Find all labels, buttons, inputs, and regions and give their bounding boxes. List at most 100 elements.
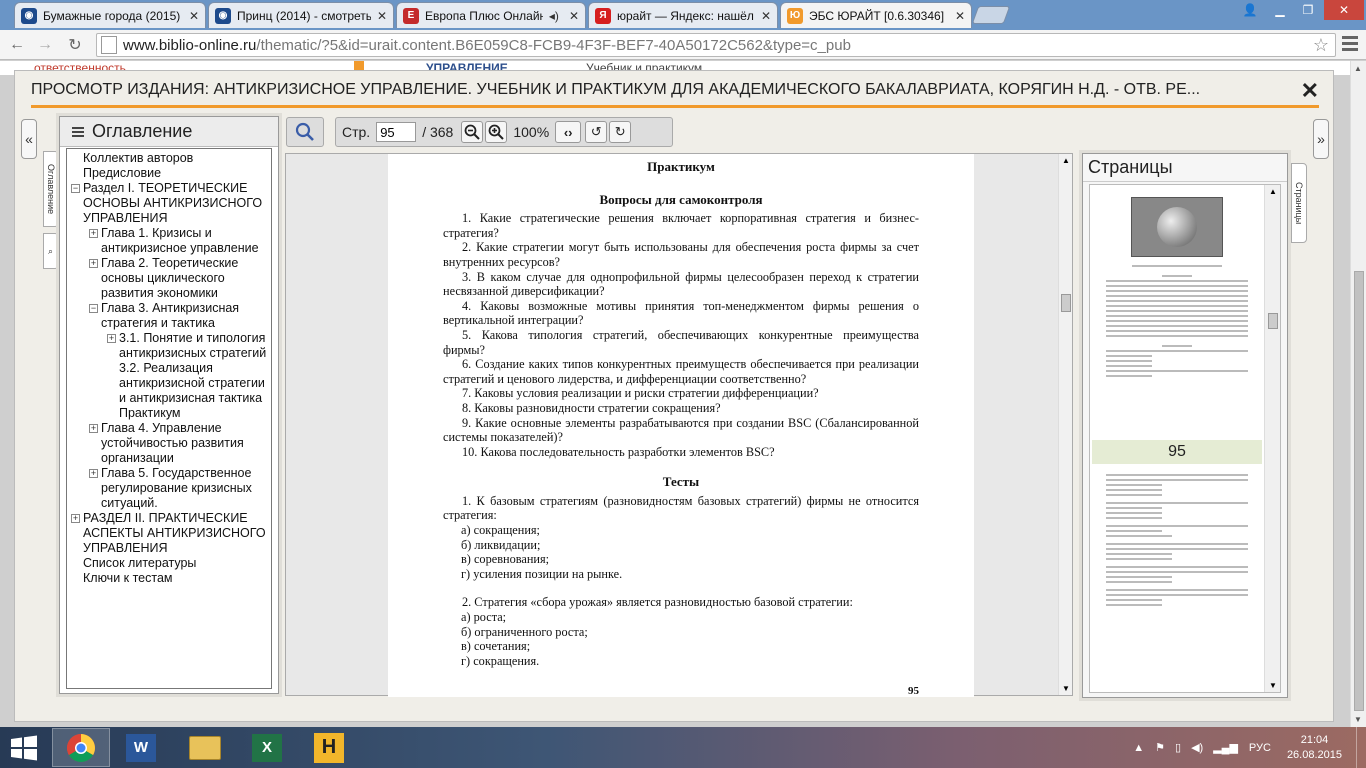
sound-icon[interactable]: ◂) xyxy=(549,9,559,23)
expand-icon[interactable]: + xyxy=(89,469,98,478)
scroll-down-icon[interactable]: ▼ xyxy=(1354,715,1362,724)
excel-icon[interactable]: X xyxy=(238,728,296,767)
url-host: www.biblio-online.ru xyxy=(123,36,257,54)
explorer-icon[interactable] xyxy=(176,728,234,767)
scrollbar-thumb[interactable] xyxy=(1354,271,1364,711)
search-side-tab[interactable]: ⌕ xyxy=(43,233,59,269)
collapse-icon[interactable]: − xyxy=(71,184,80,193)
toc-item[interactable]: Коллектив авторов xyxy=(67,151,271,166)
current-page-number: 95 xyxy=(1092,440,1262,464)
scroll-down-icon[interactable]: ▼ xyxy=(1269,681,1277,690)
viewer-close-button[interactable]: ✕ xyxy=(1301,78,1319,104)
toc-item[interactable]: Ключи к тестам xyxy=(67,571,271,586)
scroll-up-icon[interactable]: ▲ xyxy=(1269,187,1277,196)
zoom-out-button[interactable] xyxy=(461,121,484,143)
close-tab-icon[interactable]: ✕ xyxy=(569,9,579,23)
window-close-button[interactable]: ✕ xyxy=(1324,0,1364,20)
show-desktop-button[interactable] xyxy=(1356,727,1366,768)
page-thumbnails[interactable]: 95 ▲ ▼ xyxy=(1089,184,1281,693)
close-tab-icon[interactable]: ✕ xyxy=(377,9,387,23)
word-icon[interactable]: W xyxy=(112,728,170,767)
chrome-icon[interactable] xyxy=(52,728,110,767)
browser-toolbar: ← → ↻ www.biblio-online.ru /thematic/?5&… xyxy=(0,30,1366,60)
toc-item[interactable]: +3.1. Понятие и типология антикризисных … xyxy=(67,331,271,361)
document-viewport[interactable]: Практикум Вопросы для самоконтроля 1. Ка… xyxy=(285,153,1073,697)
scroll-up-icon[interactable]: ▲ xyxy=(1354,64,1362,73)
zoom-level: 100% xyxy=(513,124,550,140)
expand-icon[interactable]: + xyxy=(89,259,98,268)
self-check-question: 4. Каковы возможные мотивы принятия топ-… xyxy=(443,298,919,328)
browser-tab-5[interactable]: Ю ЭБС ЮРАЙТ [0.6.30346] ✕ xyxy=(780,2,972,28)
scroll-down-icon[interactable]: ▼ xyxy=(1062,684,1070,693)
toc-item[interactable]: − Глава 3. Антикризисная стратегия и такт… xyxy=(67,301,271,331)
search-icon: ⌕ xyxy=(46,246,56,256)
rotate-right-button[interactable]: ↻ xyxy=(609,121,632,143)
expand-icon[interactable]: + xyxy=(89,424,98,433)
new-tab-button[interactable] xyxy=(971,6,1011,24)
scrollbar-thumb[interactable] xyxy=(1061,294,1071,312)
expand-icon[interactable]: + xyxy=(71,514,80,523)
scrollbar-thumb[interactable] xyxy=(1268,313,1278,329)
browser-tab-3[interactable]: E Европа Плюс Онлайн ◂) ✕ xyxy=(396,2,586,28)
network-icon[interactable]: ▂▄▆ xyxy=(1213,741,1238,754)
toc-item[interactable]: Список литературы xyxy=(67,556,271,571)
toc-item[interactable]: + Глава 1. Кризисы и антикризисное управл… xyxy=(67,226,271,256)
collapse-left-panel-button[interactable]: « xyxy=(21,119,37,159)
toc-item-label: Список литературы xyxy=(83,556,197,570)
tray-expand-icon[interactable]: ▲ xyxy=(1133,742,1144,754)
search-button[interactable] xyxy=(286,117,324,147)
toc-item[interactable]: 3.2. Реализация антикризисной стратегии … xyxy=(67,361,271,406)
document-scrollbar[interactable]: ▲ ▼ xyxy=(1058,154,1072,695)
page-thumbnail[interactable] xyxy=(1092,471,1262,691)
magnifier-icon xyxy=(295,122,314,141)
forward-button[interactable]: → xyxy=(34,35,56,55)
collapse-right-panel-button[interactable]: » xyxy=(1313,119,1329,159)
toc-item[interactable]: Предисловие xyxy=(67,166,271,181)
browser-tab-1[interactable]: ◉ Бумажные города (2015) ✕ xyxy=(14,2,206,28)
toc-item[interactable]: + Глава 4. Управление устойчивостью разви… xyxy=(67,421,271,466)
test-question: 1. К базовым стратегиям (разновидностям … xyxy=(443,493,919,523)
pages-side-tab[interactable]: Страницы xyxy=(1291,163,1307,243)
pages-scrollbar[interactable]: ▲ ▼ xyxy=(1264,185,1280,692)
bookmark-star-icon[interactable]: ☆ xyxy=(1313,35,1329,56)
volume-icon[interactable]: ◀) xyxy=(1191,741,1203,754)
language-indicator[interactable]: РУС xyxy=(1249,742,1271,754)
battery-icon[interactable]: ▯ xyxy=(1175,741,1181,754)
user-icon[interactable]: 👤 xyxy=(1236,0,1264,20)
expand-icon[interactable]: + xyxy=(107,334,116,343)
close-tab-icon[interactable]: ✕ xyxy=(955,9,965,23)
network-flag-icon[interactable]: ⚑ xyxy=(1155,741,1165,754)
zoom-in-button[interactable] xyxy=(485,121,508,143)
reload-button[interactable]: ↻ xyxy=(64,35,86,55)
close-tab-icon[interactable]: ✕ xyxy=(189,9,199,23)
toc-item-label: Глава 1. Кризисы и антикризисное управле… xyxy=(101,226,259,255)
chrome-menu-icon[interactable] xyxy=(1342,36,1358,52)
yandex-icon: Я xyxy=(595,7,611,24)
h-app-icon[interactable]: H xyxy=(300,728,358,767)
minimize-button[interactable]: ▁ xyxy=(1266,0,1294,20)
fit-width-button[interactable]: ‹› xyxy=(555,121,582,143)
browser-tab-2[interactable]: ◉ Принц (2014) - смотреть ✕ xyxy=(208,2,394,28)
toc-item[interactable]: Практикум xyxy=(67,406,271,421)
section-heading: Вопросы для самоконтроля xyxy=(599,191,763,207)
collapse-icon[interactable]: − xyxy=(89,304,98,313)
page-thumbnail[interactable] xyxy=(1092,189,1262,439)
page-number-input[interactable] xyxy=(376,122,417,142)
toc-header: Оглавление xyxy=(60,117,278,147)
toc-item[interactable]: − Раздел I. ТЕОРЕТИЧЕСКИЕ ОСНОВЫ АНТИКРИЗ… xyxy=(67,181,271,226)
toc-item[interactable]: + Глава 2. Теоретические основы циклическ… xyxy=(67,256,271,301)
rotate-left-button[interactable]: ↺ xyxy=(585,121,608,143)
back-button[interactable]: ← xyxy=(6,35,28,55)
address-bar[interactable]: www.biblio-online.ru /thematic/?5&id=ura… xyxy=(96,33,1336,57)
toc-item[interactable]: + Глава 5. Государственное регулирование … xyxy=(67,466,271,511)
maximize-button[interactable]: ❐ xyxy=(1294,0,1322,20)
close-tab-icon[interactable]: ✕ xyxy=(761,9,771,23)
browser-tab-4[interactable]: Я юрайт — Яндекс: нашёл ✕ xyxy=(588,2,778,28)
windows-start-icon[interactable] xyxy=(10,735,38,761)
toc-item[interactable]: + РАЗДЕЛ II. ПРАКТИЧЕСКИЕ АСПЕКТЫ АНТИКРИ… xyxy=(67,511,271,556)
expand-icon[interactable]: + xyxy=(89,229,98,238)
clock[interactable]: 21:04 26.08.2015 xyxy=(1287,733,1342,763)
page-scrollbar[interactable]: ▲ ▼ xyxy=(1350,61,1366,727)
scroll-up-icon[interactable]: ▲ xyxy=(1062,156,1070,165)
toc-side-tab[interactable]: Оглавление xyxy=(43,151,59,227)
